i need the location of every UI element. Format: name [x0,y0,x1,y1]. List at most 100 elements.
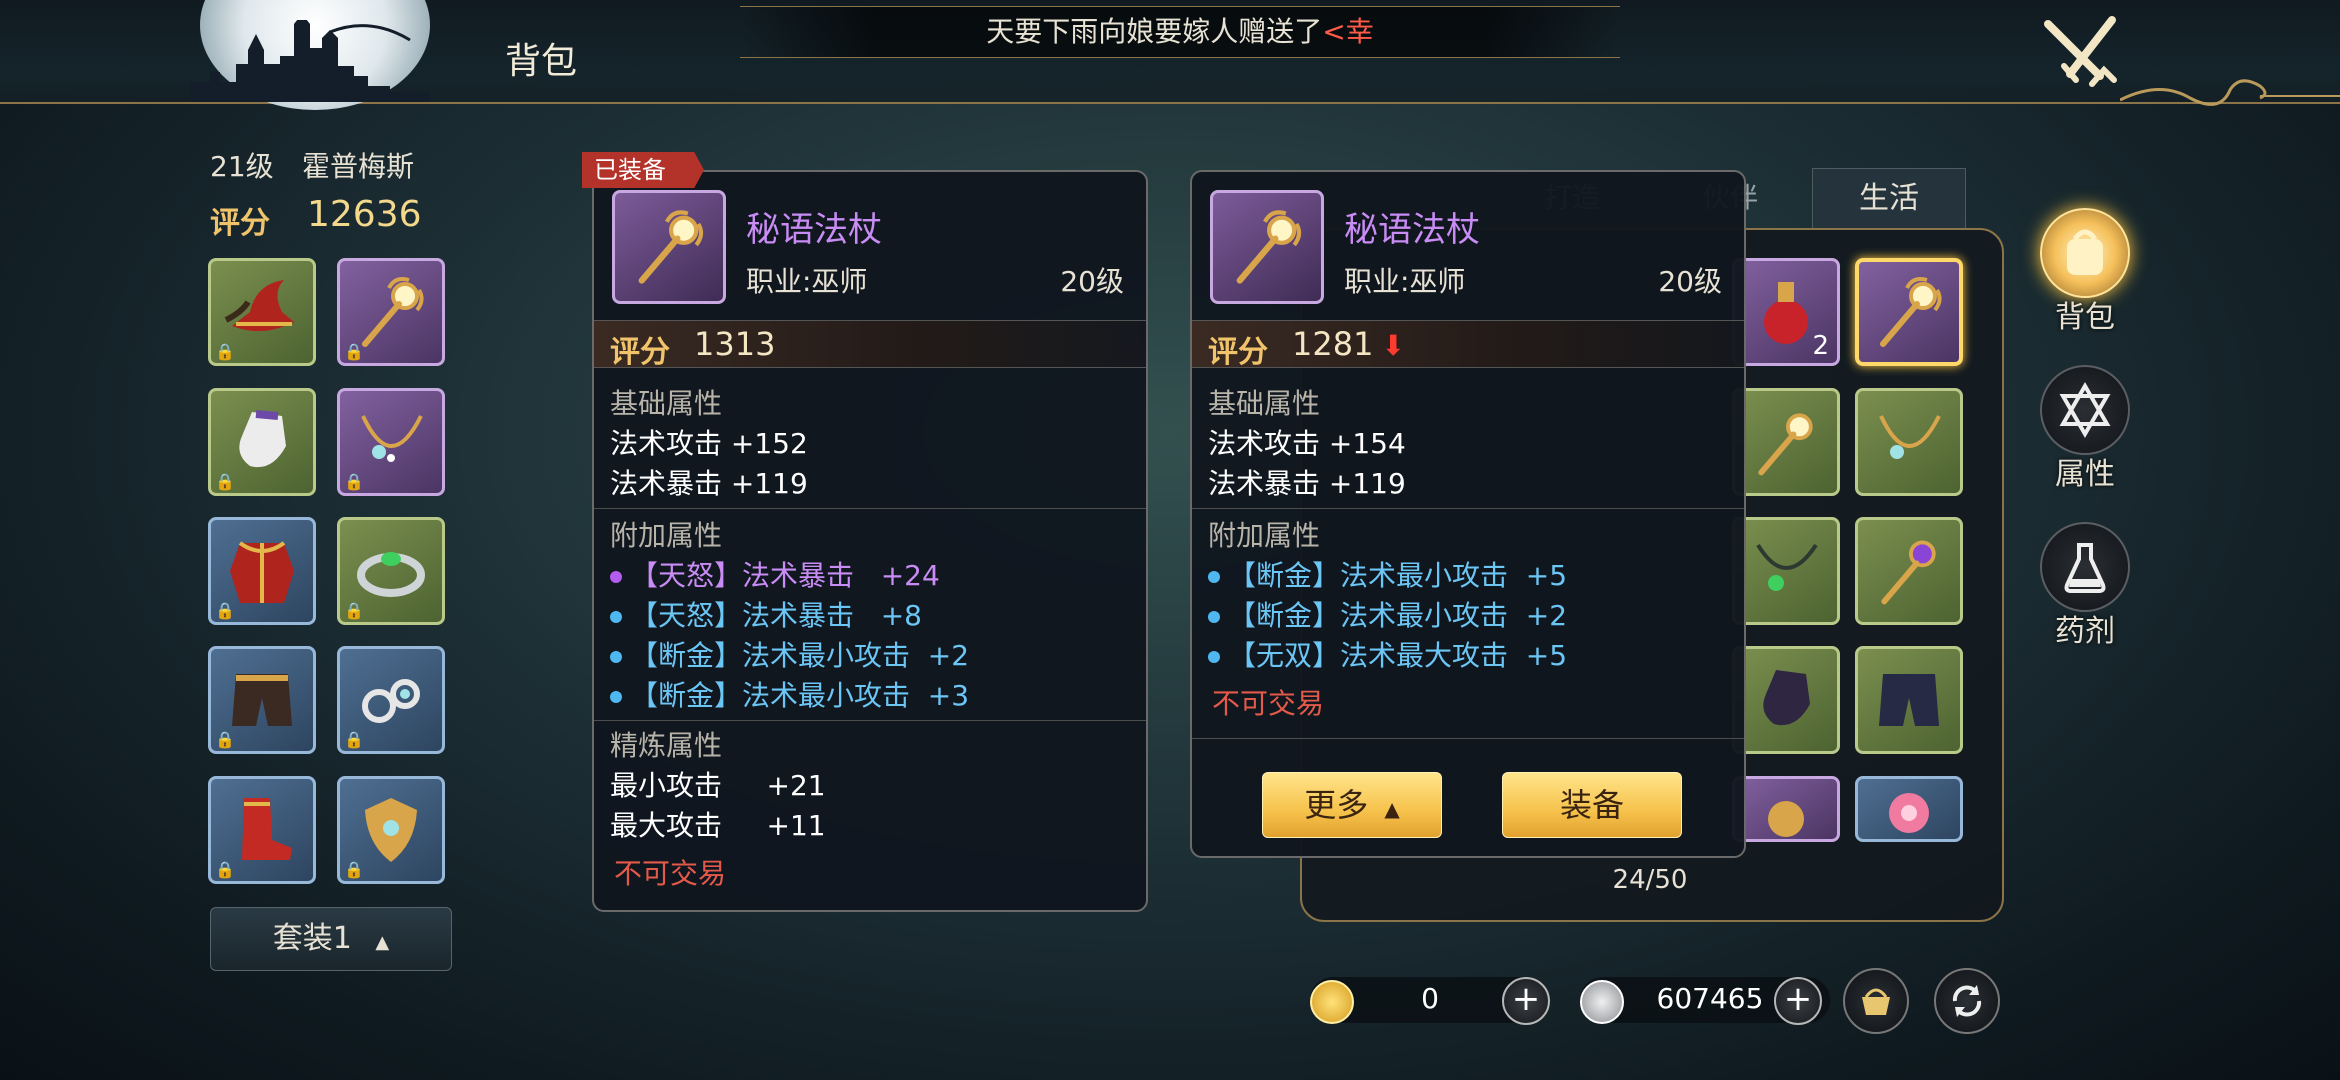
extra-stat: 【天怒】法术暴击 +8 [610,594,922,634]
extra-stat-text: 【断金】法术最小攻击 +2 [1228,599,1568,632]
sort-refresh-button[interactable] [1934,968,2000,1034]
necklace-icon [361,415,423,462]
lock-icon: 🔒 [215,860,235,879]
marquee-highlight: <幸 [1322,15,1374,48]
divider [1192,508,1744,509]
refine-stat: 最大攻击 +11 [610,809,826,842]
silver-value: 607465 [1656,982,1764,1015]
extra-stat-text: 【无双】法术最大攻击 +5 [1228,639,1568,672]
score-label: 评分 [210,206,270,241]
equip-slot-earrings[interactable]: 🔒 [337,646,445,754]
blue-dot-icon [1208,651,1220,663]
castle-silhouette-icon [190,20,430,102]
equipped-tag: 已装备 [582,152,704,188]
shop-basket-icon [1862,988,1890,1015]
bag-item-flower[interactable] [1855,776,1963,842]
bag-item-pants[interactable] [1855,646,1963,754]
nav-bag-label: 背包 [2055,300,2115,335]
divider [594,720,1146,721]
bag-item-orb-staff[interactable] [1855,517,1963,625]
tab-life[interactable]: 生活 [1812,168,1966,230]
gloves-icon [239,410,286,468]
dark-glove-icon [1763,670,1810,726]
equip-slot-necklace[interactable]: 🔒 [337,388,445,496]
bag-item-staff[interactable] [1732,388,1840,496]
suit-label: 套装1 [272,921,352,956]
refine-stat: 最小攻击 +21 [610,769,826,802]
shield-emblem-icon [365,798,417,862]
item-score-value: 1281 ⬇ [1292,325,1405,363]
bag-capacity: 24/50 [1612,865,1688,895]
add-silver-button[interactable]: + [1774,977,1822,1025]
bracelet-icon [357,552,425,597]
base-stat: 法术攻击 +152 [610,427,808,460]
staff-icon [1758,413,1813,476]
pants-icon [1879,674,1939,726]
refine-attr-title: 精炼属性 [610,729,723,762]
equip-slot-weapon[interactable]: 🔒 [337,258,445,366]
item-score-number: 1281 [1292,325,1374,363]
gold-value: 0 [1421,982,1439,1015]
bag-item-staff-selected[interactable] [1855,258,1963,366]
bag-item-necklace[interactable] [1855,388,1963,496]
lock-icon: 🔒 [344,472,364,491]
item-score-bar: 评分 1313 [594,320,1146,370]
extra-stat-text: 【天怒】法术暴击 +8 [630,599,922,632]
item-level: 20级 [1060,265,1124,298]
equip-button[interactable]: 装备 [1502,772,1682,838]
item-job: 职业:巫师 [746,265,868,298]
item-score-label: 评分 [1208,335,1268,370]
lock-icon: 🔒 [344,730,364,749]
more-button[interactable]: 更多 ▲ [1262,772,1442,838]
untradeable-label: 不可交易 [614,857,727,890]
nav-potions[interactable]: 药剂 [2035,522,2135,650]
bag-item-amulet[interactable] [1732,517,1840,625]
nav-attributes-label: 属性 [2055,457,2115,492]
extra-stat-text: 【断金】法术最小攻击 +5 [1228,559,1568,592]
bag-item-potion[interactable]: 2 [1732,258,1840,366]
equipped-item-tooltip: 秘语法杖 职业:巫师 20级 评分 1313 基础属性 法术攻击 +152 法术… [592,170,1148,912]
pendant-icon [1768,801,1804,837]
add-gold-button[interactable]: + [1502,977,1550,1025]
pants-icon [232,674,292,726]
refresh-icon [1952,985,1982,1017]
equip-slot-boots[interactable]: 🔒 [208,776,316,884]
equip-slot-pants[interactable]: 🔒 [208,646,316,754]
extra-stat: 【断金】法术最小攻击 +5 [1208,554,1567,594]
untradeable-label: 不可交易 [1212,687,1325,720]
nav-bag[interactable]: 背包 [2035,208,2135,336]
staff-icon [638,210,704,284]
equip-slot-shield[interactable]: 🔒 [337,776,445,884]
equip-slot-bracelet[interactable]: 🔒 [337,517,445,625]
top-ornament [2120,79,2340,106]
equip-slot-hat[interactable]: 🔒 [208,258,316,366]
potion-flask-icon [2040,522,2130,612]
nav-attributes[interactable]: 属性 [2035,365,2135,493]
bag-item-pendant[interactable] [1732,776,1840,842]
compare-item-tooltip: 秘语法杖 职业:巫师 20级 评分 1281 ⬇ 基础属性 法术攻击 +154 法… [1190,170,1746,858]
lock-icon: 🔒 [215,472,235,491]
equip-slot-gloves[interactable]: 🔒 [208,388,316,496]
equip-slot-chest[interactable]: 🔒 [208,517,316,625]
item-level: 20级 [1658,265,1722,298]
bag-item-glove[interactable] [1732,646,1840,754]
flower-icon [1889,793,1929,833]
suit-select-button[interactable]: 套装1 ▲ [210,907,452,971]
orb-staff-icon [1881,540,1936,605]
item-score-bar: 评分 1281 ⬇ [1192,320,1744,370]
system-marquee: 天要下雨向娘要嫁人赠送了<幸 [740,6,1620,58]
blue-dot-icon [610,611,622,623]
blue-dot-icon [1208,611,1220,623]
extra-stat: 【无双】法术最大攻击 +5 [1208,634,1567,674]
shop-button[interactable] [1843,968,1909,1034]
earrings-icon [362,679,420,723]
close-crossed-swords-icon[interactable] [2040,14,2124,94]
extra-stat-text: 【断金】法术最小攻击 +2 [630,639,970,672]
staff-icon [1880,277,1942,347]
marquee-text: 天要下雨向娘要嫁人赠送了 [986,15,1323,48]
extra-stat: 【断金】法术最小攻击 +3 [610,674,969,714]
item-score-value: 1313 [694,325,776,363]
base-stat: 法术暴击 +119 [1208,467,1406,500]
gold-coin-icon [1310,980,1354,1024]
item-score-label: 评分 [610,335,670,370]
